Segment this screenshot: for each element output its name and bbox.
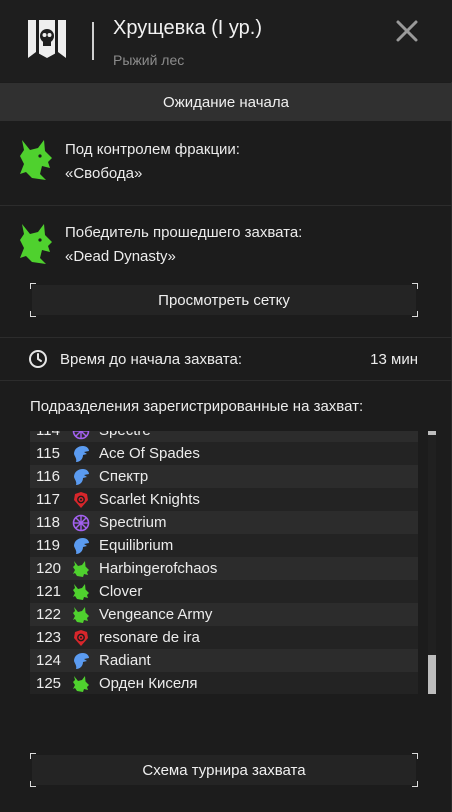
green-wolf-icon [72, 583, 90, 601]
unit-row[interactable]: 115 Ace Of Spades [30, 442, 418, 465]
blue-eagle-icon [72, 445, 90, 463]
blue-eagle-icon [72, 537, 90, 555]
unit-row[interactable]: 117 Scarlet Knights [30, 488, 418, 511]
green-wolf-icon [72, 560, 90, 578]
unit-name: Vengeance Army [99, 606, 213, 623]
unit-number: 123 [36, 629, 62, 646]
unit-name: resonare de ira [99, 629, 200, 646]
skull-banner-icon [28, 20, 66, 58]
timer-label: Время до начала захвата: [60, 351, 243, 368]
unit-number: 117 [36, 491, 60, 508]
scrollbar-thumb[interactable] [428, 655, 436, 694]
timer-value: 13 мин [370, 351, 418, 368]
unit-row[interactable]: 122 Vengeance Army [30, 603, 418, 626]
unit-number: 121 [36, 583, 62, 600]
unit-name: Radiant [99, 652, 151, 669]
purple-emblem-icon [72, 514, 90, 532]
view-bracket-label: Просмотреть сетку [158, 291, 290, 309]
tournament-scheme-label: Схема турнира захвата [142, 761, 306, 779]
winner-name: «Dead Dynasty» [65, 248, 176, 265]
unit-row[interactable]: 118 Spectrium [30, 511, 418, 534]
red-shield-icon [72, 629, 90, 647]
unit-row[interactable]: 119 Equilibrium [30, 534, 418, 557]
status-bar: Ожидание начала [0, 83, 452, 121]
unit-name: Spectre [99, 431, 151, 439]
blue-eagle-icon [72, 468, 90, 486]
unit-name: Scarlet Knights [99, 491, 200, 508]
territory-title: Хрущевка (I ур.) [113, 17, 262, 39]
control-label: Под контролем фракции: [65, 141, 240, 158]
tournament-scheme-button[interactable]: Схема турнира захвата [30, 753, 418, 787]
header-divider [92, 22, 94, 60]
unit-row[interactable]: 124 Radiant [30, 649, 418, 672]
unit-name: Clover [99, 583, 143, 600]
territory-location: Рыжий лес [113, 52, 185, 68]
unit-number: 120 [36, 560, 62, 577]
unit-row[interactable]: 123 resonare de ira [30, 626, 418, 649]
unit-name: Орден Киселя [99, 675, 198, 692]
clock-icon [29, 350, 47, 368]
unit-number: 114 [30, 431, 72, 439]
unit-row[interactable]: 125 Орден Киселя [30, 672, 418, 694]
unit-number: 124 [36, 652, 62, 669]
green-wolf-icon [20, 224, 52, 264]
unit-number: 115 [36, 445, 60, 462]
winner-label: Победитель прошедшего захвата: [65, 224, 303, 241]
divider [0, 380, 452, 381]
view-bracket-button[interactable]: Просмотреть сетку [30, 283, 418, 317]
capture-timer: Время до начала захвата: 13 мин [0, 338, 452, 380]
divider [0, 205, 452, 206]
scrollbar-cap [428, 431, 436, 435]
unit-number: 125 [36, 675, 62, 692]
unit-row[interactable]: 120 Harbingerofchaos [30, 557, 418, 580]
unit-row[interactable]: 121 Clover [30, 580, 418, 603]
red-shield-icon [72, 491, 90, 509]
close-icon[interactable] [394, 18, 420, 44]
green-wolf-icon [72, 606, 90, 624]
unit-name: Ace Of Spades [99, 445, 200, 462]
unit-list-inner: 114 Spectre 115 Ace Of Spades 116 Спектр 117 Sc… [30, 431, 418, 694]
unit-number: 119 [36, 537, 60, 554]
unit-name: Спектр [99, 468, 149, 485]
unit-number: 122 [36, 606, 62, 623]
unit-row[interactable]: 116 Спектр [30, 465, 418, 488]
registered-units-list[interactable]: 114 Spectre 115 Ace Of Spades 116 Спектр 117 Sc… [30, 431, 418, 694]
green-wolf-icon [72, 675, 90, 693]
panel-header: Хрущевка (I ур.) Рыжий лес [0, 0, 452, 82]
unit-name: Equilibrium [99, 537, 174, 554]
territory-panel: Хрущевка (I ур.) Рыжий лес Ожидание нача… [0, 0, 452, 812]
unit-name: Harbingerofchaos [99, 560, 218, 577]
blue-eagle-icon [72, 652, 90, 670]
purple-emblem-icon [72, 431, 90, 440]
status-label: Ожидание начала [163, 93, 289, 111]
registered-units-label: Подразделения зарегистрированные на захв… [30, 398, 364, 415]
unit-number: 118 [36, 514, 60, 531]
control-faction: «Свобода» [65, 165, 143, 182]
unit-row[interactable]: 114 Spectre [30, 431, 418, 442]
unit-name: Spectrium [99, 514, 167, 531]
unit-number: 116 [36, 468, 60, 485]
green-wolf-icon [20, 140, 52, 180]
